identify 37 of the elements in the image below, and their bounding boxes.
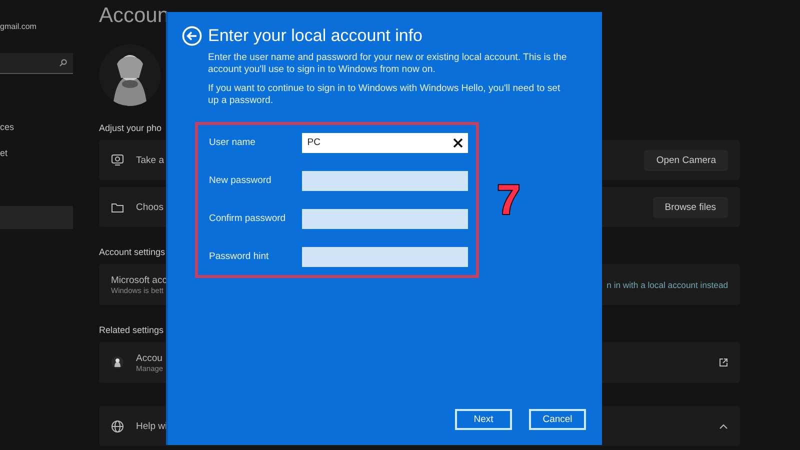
section-heading: Related settings	[99, 325, 164, 336]
avatar-icon	[111, 356, 124, 369]
input-field[interactable]: PC	[302, 132, 468, 153]
back-icon[interactable]	[182, 26, 202, 46]
camera-icon	[111, 154, 124, 166]
globe-icon	[111, 420, 124, 432]
close-icon[interactable]	[453, 138, 463, 148]
section-heading: Account settings	[99, 247, 166, 258]
card-title: Accou	[136, 352, 164, 364]
field-label: Password hint	[209, 251, 270, 262]
input-field[interactable]	[302, 208, 468, 229]
card-button[interactable]: Open Camera	[644, 150, 728, 170]
card-button[interactable]: Browse files	[652, 196, 728, 218]
field-label: User name	[209, 137, 256, 148]
search-icon	[59, 59, 67, 67]
card-link[interactable]: n in with a local account instead	[606, 280, 728, 290]
sidebar-item[interactable]: et	[0, 140, 73, 166]
input-field[interactable]	[302, 246, 468, 267]
cancel-button[interactable]: Cancel	[529, 409, 586, 430]
dialog-title: Enter your local account info	[208, 26, 423, 46]
next-button[interactable]: Next	[455, 409, 512, 430]
sidebar-item[interactable]: ces	[0, 114, 73, 140]
chevron-up-icon[interactable]	[719, 424, 728, 428]
search-field[interactable]	[0, 53, 73, 74]
section-heading: Adjust your pho	[99, 123, 162, 134]
field-label: Confirm password	[209, 213, 287, 224]
instruction-text: Enter the user name and password for your new or existing local account. This is the account you'll use to sign in to Windows from now on.	[208, 52, 568, 77]
folder-icon	[111, 202, 124, 212]
field-label: New password	[209, 175, 272, 186]
card-title: Take a	[136, 154, 165, 166]
instruction-text: If you want to continue to sign in to Windows with Windows Hello, you'll need to set up a password.	[208, 82, 562, 108]
card-title: Choos	[136, 202, 164, 212]
external-link-icon	[719, 358, 728, 367]
account-email: gmail.com	[0, 22, 38, 31]
input-field[interactable]	[302, 170, 468, 191]
step-number: 7	[497, 176, 520, 224]
card-title: Microsoft acc	[111, 274, 168, 286]
